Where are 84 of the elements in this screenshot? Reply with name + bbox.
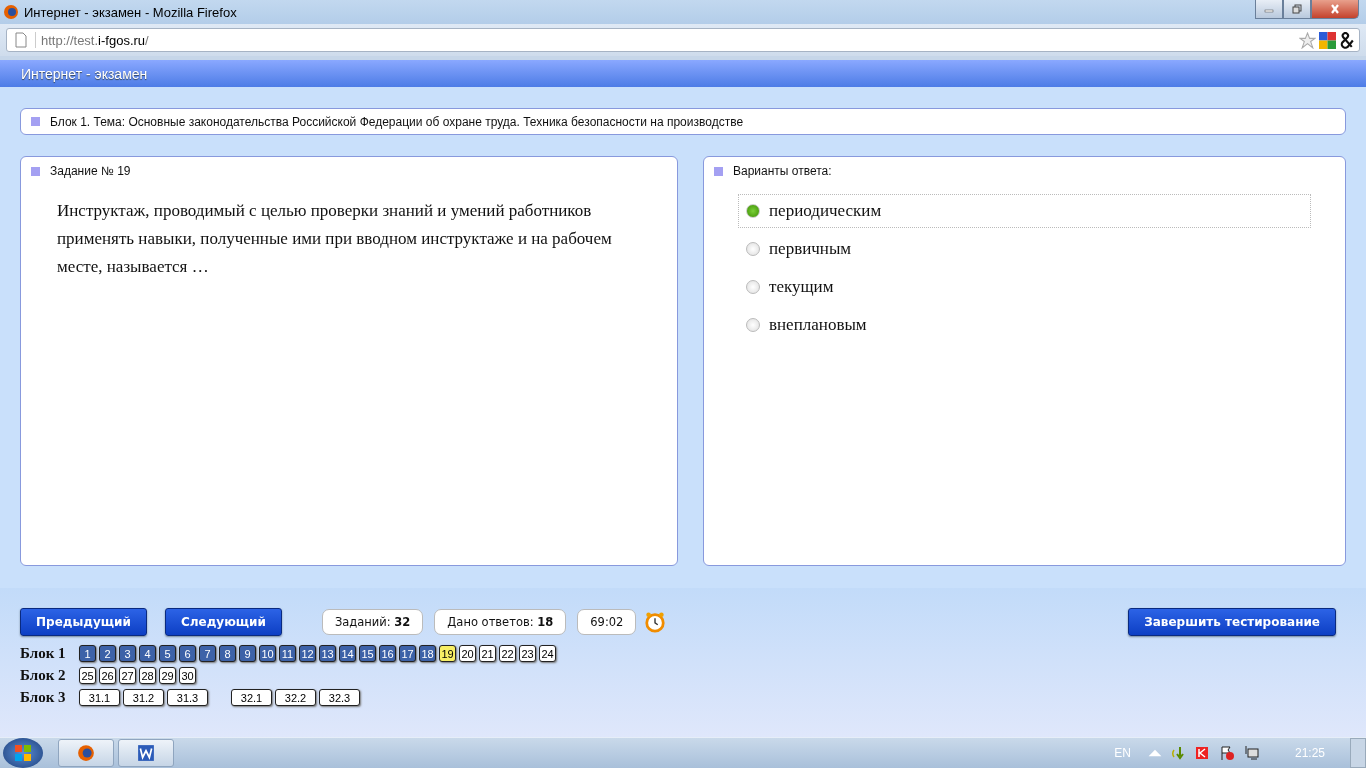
question-number-button[interactable]: 1	[79, 645, 96, 662]
finish-test-button[interactable]: Завершить тестирование	[1128, 608, 1336, 636]
question-number-button[interactable]: 10	[259, 645, 276, 662]
question-number-button[interactable]: 16	[379, 645, 396, 662]
stat-box: 69:02	[577, 609, 637, 635]
network-computer-icon[interactable]	[1242, 745, 1259, 761]
stat-box: Дано ответов: 18	[434, 609, 567, 635]
answer-option[interactable]: первичным	[738, 232, 1311, 266]
app-title: Интернет - экзамен	[21, 65, 148, 82]
question-heading: Задание № 19	[50, 164, 131, 178]
square-bullet-icon	[31, 166, 40, 176]
question-number-button[interactable]: 28	[139, 667, 156, 684]
toolbar-extension-icon[interactable]	[1319, 31, 1336, 49]
question-number-button[interactable]: 2	[99, 645, 116, 662]
browser-logo-icon	[77, 744, 95, 762]
taskbar-browser-button[interactable]	[58, 739, 114, 767]
network-signal-icon[interactable]	[1170, 745, 1187, 761]
question-number-button[interactable]: 5	[159, 645, 176, 662]
stat-box: Заданий: 32	[321, 609, 424, 635]
question-number-button[interactable]: 31.2	[123, 689, 164, 706]
question-number-button[interactable]: 17	[399, 645, 416, 662]
answers-heading: Варианты ответа:	[733, 164, 832, 178]
block-label: Блок 1	[20, 645, 67, 662]
question-number-button[interactable]: 9	[239, 645, 256, 662]
next-button[interactable]: Следующий	[164, 608, 282, 636]
browser-logo-icon	[3, 4, 19, 20]
question-number-button[interactable]: 13	[319, 645, 336, 662]
question-number-button[interactable]: 6	[179, 645, 196, 662]
block-label: Блок 3	[20, 689, 67, 706]
question-number-button[interactable]: 22	[499, 645, 516, 662]
square-bullet-icon	[714, 166, 723, 176]
answer-option[interactable]: периодическим	[738, 194, 1311, 228]
block-title: Блок 1. Тема: Основные законодательства Российской Федерации об охране труда. Техника безопасности на производстве	[50, 114, 744, 129]
previous-button[interactable]: Предыдущий	[20, 608, 147, 636]
question-number-button[interactable]: 7	[199, 645, 216, 662]
block-label: Блок 2	[20, 667, 67, 684]
url-text: http://test.i-fgos.ru/	[41, 32, 149, 48]
question-number-button[interactable]: 8	[219, 645, 236, 662]
word-document-icon	[137, 744, 155, 762]
question-number-button[interactable]: 29	[159, 667, 176, 684]
radio-button[interactable]	[746, 318, 760, 332]
question-number-button[interactable]: 32.1	[231, 689, 272, 706]
question-number-button[interactable]: 12	[299, 645, 316, 662]
question-number-button[interactable]: 15	[359, 645, 376, 662]
question-number-button[interactable]: 19	[439, 645, 456, 662]
radio-button[interactable]	[746, 242, 760, 256]
close-icon	[1328, 4, 1342, 14]
question-number-button[interactable]: 21	[479, 645, 496, 662]
question-number-button[interactable]: 30	[179, 667, 196, 684]
address-bar[interactable]: http://test.i-fgos.ru/	[6, 28, 1360, 52]
star-icon[interactable]	[1299, 31, 1316, 49]
minimize-button[interactable]	[1255, 0, 1283, 19]
radio-button[interactable]	[746, 280, 760, 294]
flag-error-icon[interactable]	[1218, 745, 1235, 761]
question-number-button[interactable]: 23	[519, 645, 536, 662]
question-number-button[interactable]: 26	[99, 667, 116, 684]
question-number-button[interactable]: 18	[419, 645, 436, 662]
question-number-button[interactable]: 31.1	[79, 689, 120, 706]
question-number-button[interactable]: 11	[279, 645, 296, 662]
alarm-clock-icon	[644, 611, 667, 633]
question-number-button[interactable]: 3	[119, 645, 136, 662]
restore-icon	[1291, 4, 1303, 14]
answer-option[interactable]: внеплановым	[738, 308, 1311, 342]
close-button[interactable]	[1311, 0, 1359, 19]
question-number-button[interactable]: 4	[139, 645, 156, 662]
restore-button[interactable]	[1283, 0, 1311, 19]
taskbar-word-button[interactable]	[118, 739, 174, 767]
square-bullet-icon	[31, 117, 40, 126]
question-text: Инструктаж, проводимый с целью проверки знаний и умений работников применять навыки, полученные ими при вводном инструктаже и на рабочем месте, называется …	[56, 200, 613, 278]
question-number-button[interactable]: 24	[539, 645, 556, 662]
question-number-button[interactable]: 31.3	[167, 689, 208, 706]
question-number-button[interactable]: 25	[79, 667, 96, 684]
window-title: Интернет - экзамен - Mozilla Firefox	[24, 4, 237, 20]
ampersand-icon[interactable]	[1339, 31, 1356, 49]
question-number-button[interactable]: 32.3	[319, 689, 360, 706]
radio-button[interactable]	[746, 204, 760, 218]
start-button[interactable]	[3, 738, 43, 768]
question-number-button[interactable]: 27	[119, 667, 136, 684]
question-number-button[interactable]: 14	[339, 645, 356, 662]
question-number-button[interactable]: 20	[459, 645, 476, 662]
question-number-button[interactable]: 32.2	[275, 689, 316, 706]
windows-logo-icon	[13, 743, 33, 763]
antivirus-icon[interactable]	[1194, 745, 1211, 761]
answer-option[interactable]: текущим	[738, 270, 1311, 304]
